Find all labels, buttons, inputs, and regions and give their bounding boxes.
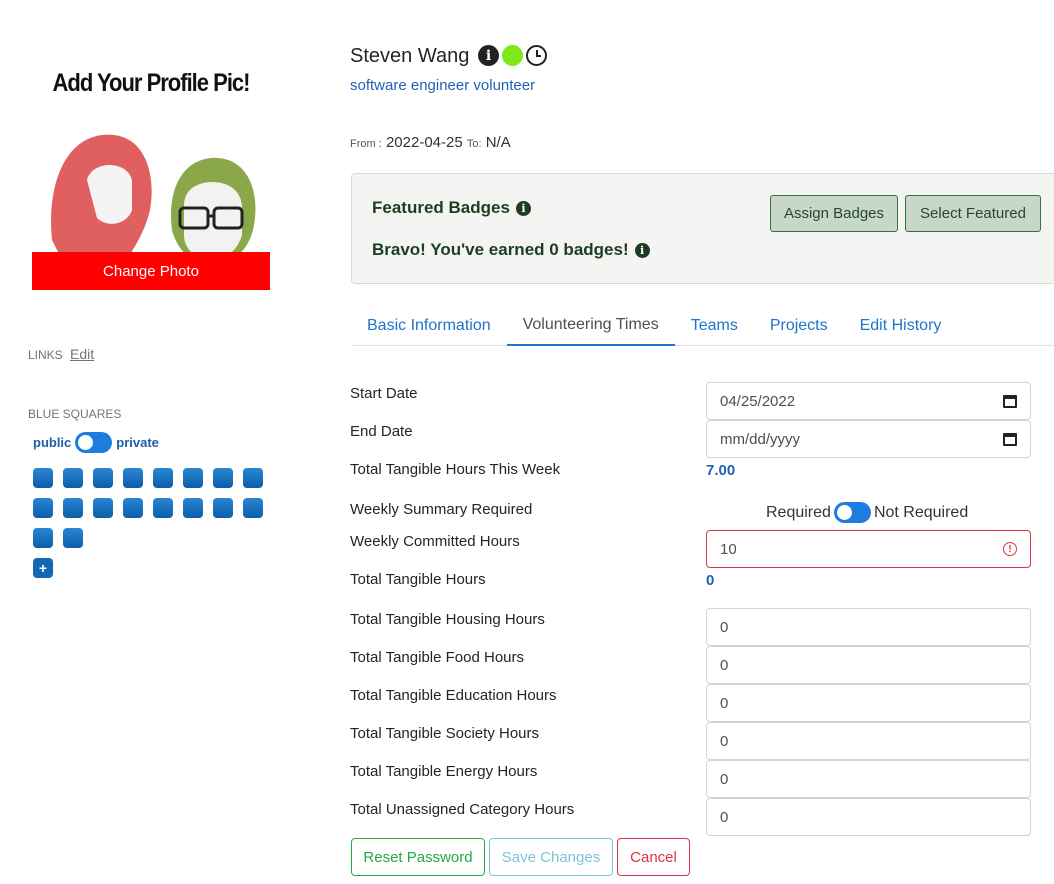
total-hours-value: 0 <box>706 572 715 589</box>
badges-earned-text: Bravo! You've earned 0 badges! i <box>372 240 650 260</box>
education-hours-value: 0 <box>720 694 729 712</box>
blue-square[interactable] <box>243 498 263 518</box>
clock-icon[interactable] <box>526 45 547 66</box>
badges-panel: Featured Badges i Bravo! You've earned 0… <box>351 173 1054 284</box>
energy-hours-input[interactable]: 0 <box>706 760 1031 798</box>
tab-teams[interactable]: Teams <box>675 306 754 346</box>
start-date-value: 04/25/2022 <box>720 392 796 410</box>
links-label: LINKS <box>28 348 63 362</box>
tab-edit-history[interactable]: Edit History <box>844 306 958 346</box>
calendar-icon[interactable] <box>1003 394 1017 408</box>
weekly-summary-toggle-row: Required Not Required <box>766 502 968 523</box>
header-icons: i <box>478 45 547 66</box>
food-hours-input[interactable]: 0 <box>706 646 1031 684</box>
blue-square[interactable] <box>33 528 53 548</box>
info-icon[interactable]: i <box>478 45 499 66</box>
blue-square[interactable] <box>183 468 203 488</box>
energy-hours-label: Total Tangible Energy Hours <box>350 763 538 780</box>
end-date-placeholder: mm/dd/yyyy <box>720 430 801 448</box>
status-dot-icon <box>502 45 523 66</box>
change-photo-button[interactable]: Change Photo <box>32 252 270 290</box>
blue-square[interactable] <box>63 498 83 518</box>
unassigned-hours-value: 0 <box>720 808 729 826</box>
weekly-committed-hours-input[interactable]: 10 ! <box>706 530 1031 568</box>
unassigned-hours-input[interactable]: 0 <box>706 798 1031 836</box>
food-hours-label: Total Tangible Food Hours <box>350 649 524 666</box>
error-icon: ! <box>1003 542 1017 556</box>
private-label: private <box>116 435 159 450</box>
profile-pic-heading: Add Your Profile Pic! <box>52 68 251 97</box>
blue-square[interactable] <box>33 498 53 518</box>
not-required-label: Not Required <box>873 503 969 521</box>
featured-badges-title: Featured Badges i <box>372 198 531 218</box>
blue-square[interactable] <box>123 498 143 518</box>
blue-squares-grid <box>33 468 273 548</box>
privacy-toggle[interactable] <box>75 432 113 453</box>
blue-square[interactable] <box>33 468 53 488</box>
blue-square[interactable] <box>93 468 113 488</box>
blue-square[interactable] <box>213 468 233 488</box>
housing-hours-label: Total Tangible Housing Hours <box>350 611 545 628</box>
blue-square[interactable] <box>153 498 173 518</box>
housing-hours-input[interactable]: 0 <box>706 608 1031 646</box>
cancel-button[interactable]: Cancel <box>617 838 690 876</box>
to-label: To: <box>466 138 482 150</box>
calendar-icon[interactable] <box>1003 432 1017 446</box>
energy-hours-value: 0 <box>720 770 729 788</box>
featured-badges-label: Featured Badges <box>372 198 510 217</box>
info-icon[interactable]: i <box>515 200 531 216</box>
blue-square[interactable] <box>123 468 143 488</box>
save-changes-button[interactable]: Save Changes <box>489 838 613 876</box>
society-hours-input[interactable]: 0 <box>706 722 1031 760</box>
housing-hours-value: 0 <box>720 618 729 636</box>
total-hours-label: Total Tangible Hours <box>350 571 486 588</box>
weekly-committed-hours-label: Weekly Committed Hours <box>350 533 520 550</box>
reset-password-button[interactable]: Reset Password <box>351 838 485 876</box>
user-role: software engineer volunteer <box>350 77 536 94</box>
education-hours-label: Total Tangible Education Hours <box>350 687 557 704</box>
public-label: public <box>33 435 72 450</box>
education-hours-input[interactable]: 0 <box>706 684 1031 722</box>
add-blue-square-button[interactable]: + <box>33 558 53 578</box>
blue-square[interactable] <box>63 528 83 548</box>
blue-square[interactable] <box>243 468 263 488</box>
tab-volunteering-times[interactable]: Volunteering Times <box>506 306 675 346</box>
society-hours-value: 0 <box>720 732 729 750</box>
start-date-input[interactable]: 04/25/2022 <box>706 382 1031 420</box>
food-hours-value: 0 <box>720 656 729 674</box>
blue-square[interactable] <box>183 498 203 518</box>
to-date: N/A <box>485 134 511 151</box>
hours-this-week-value: 7.00 <box>706 462 736 479</box>
badges-earned-label: Bravo! You've earned 0 badges! <box>372 240 629 259</box>
tab-basic-information[interactable]: Basic Information <box>351 306 507 346</box>
required-label: Required <box>766 503 831 521</box>
blue-square[interactable] <box>93 498 113 518</box>
toggle-knob <box>836 505 852 520</box>
info-icon[interactable]: i <box>634 242 650 258</box>
society-hours-label: Total Tangible Society Hours <box>350 725 539 742</box>
blue-square[interactable] <box>213 498 233 518</box>
from-date: 2022-04-25 <box>385 134 463 151</box>
links-edit-link[interactable]: Edit <box>70 346 94 362</box>
weekly-committed-hours-value: 10 <box>720 540 737 558</box>
end-date-label: End Date <box>350 423 413 440</box>
tab-projects[interactable]: Projects <box>754 306 844 346</box>
blue-square[interactable] <box>153 468 173 488</box>
from-label: From : <box>350 138 382 150</box>
blue-square[interactable] <box>63 468 83 488</box>
weekly-summary-toggle[interactable] <box>833 502 871 523</box>
blue-squares-label: BLUE SQUARES <box>28 407 122 421</box>
date-range: From : 2022-04-25 To: N/A <box>350 134 511 151</box>
hours-this-week-label: Total Tangible Hours This Week <box>350 461 561 478</box>
weekly-summary-label: Weekly Summary Required <box>350 501 533 518</box>
end-date-input[interactable]: mm/dd/yyyy <box>706 420 1031 458</box>
select-featured-button[interactable]: Select Featured <box>905 195 1041 232</box>
profile-tabs: Basic Information Volunteering Times Tea… <box>351 306 1054 346</box>
assign-badges-button[interactable]: Assign Badges <box>770 195 898 232</box>
privacy-toggle-row: public private <box>33 432 159 453</box>
unassigned-hours-label: Total Unassigned Category Hours <box>350 801 575 818</box>
user-name: Steven Wang <box>350 45 470 67</box>
toggle-knob <box>78 435 94 450</box>
start-date-label: Start Date <box>350 385 418 402</box>
